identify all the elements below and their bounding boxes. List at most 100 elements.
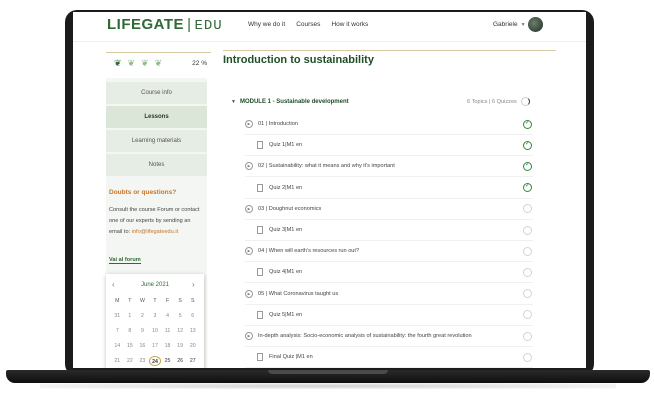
document-icon — [257, 268, 263, 277]
calendar-day[interactable]: 6 — [186, 311, 199, 321]
calendar-month: June 2021 — [140, 282, 170, 288]
document-icon — [257, 353, 263, 362]
leaf-icon: ❦ — [114, 58, 122, 68]
item-label: Quiz 2|M1 en — [269, 184, 303, 191]
item-label: 04 | When will earth's resources run out… — [258, 248, 360, 255]
calendar-day[interactable]: 17 — [149, 341, 162, 351]
user-name: Gabriele — [493, 21, 518, 28]
calendar-day[interactable]: 4 — [161, 311, 174, 321]
calendar-day[interactable]: 19 — [174, 341, 187, 351]
calendar-day[interactable]: 1 — [124, 311, 137, 321]
calendar-day[interactable]: 26 — [174, 356, 187, 366]
quiz-row[interactable]: Quiz 1|M1 en — [245, 139, 533, 151]
calendar-day[interactable]: 15 — [124, 341, 137, 351]
calendar-day[interactable]: 10 — [149, 326, 162, 336]
calendar-day[interactable]: 5 — [174, 311, 187, 321]
row-divider — [245, 197, 533, 199]
calendar-day[interactable]: 16 — [136, 341, 149, 351]
row-divider — [245, 176, 533, 178]
module-progress-icon — [521, 97, 530, 106]
main-nav: Why we do it Courses How it works — [248, 21, 368, 28]
nav-why-we-do-it[interactable]: Why we do it — [248, 21, 285, 28]
quiz-row[interactable]: Quiz 4|M1 en — [245, 266, 533, 278]
topic-row[interactable]: ▶ 04 | When will earth's resources run ou… — [245, 245, 533, 257]
chevron-right-icon[interactable]: › — [192, 280, 195, 289]
calendar-day[interactable]: 7 — [111, 326, 124, 336]
calendar-day[interactable]: 3 — [149, 311, 162, 321]
calendar-day[interactable]: 12 — [174, 326, 187, 336]
row-divider — [245, 324, 533, 326]
logo-text: LIFEGATE — [107, 16, 185, 33]
logo[interactable]: LIFEGATE | EDU — [107, 16, 223, 34]
row-divider — [245, 282, 533, 284]
calendar-day[interactable]: 2 — [136, 311, 149, 321]
calendar-day[interactable]: 24 — [148, 356, 162, 366]
quiz-row[interactable]: Final Quiz |M1 en — [245, 351, 533, 363]
quiz-row[interactable]: Quiz 5|M1 en — [245, 309, 533, 321]
calendar-day[interactable]: 13 — [186, 326, 199, 336]
doubts-title: Doubts or questions? — [109, 189, 177, 196]
chevron-down-icon: ▼ — [520, 22, 526, 28]
calendar-day[interactable]: 20 — [186, 341, 199, 351]
weekday-label: F — [165, 298, 170, 304]
calendar: ‹ June 2021 › M T W T F S S 31 1 2 3 4 5 6 7 8 9 10 11 12 13… — [106, 274, 204, 368]
avatar[interactable] — [528, 17, 543, 32]
laptop-notch — [268, 370, 388, 374]
module-title: MODULE 1 - Sustainable development — [239, 99, 349, 105]
row-divider — [245, 218, 533, 220]
calendar-day[interactable]: 22 — [124, 356, 137, 366]
caret-down-icon: ▼ — [231, 99, 236, 105]
topic-row[interactable]: ▶ In-depth analysis: Socio-economic analy… — [245, 330, 533, 342]
item-label: 01 | Introduction — [258, 121, 299, 127]
document-icon — [257, 310, 263, 319]
calendar-grid: M T W T F S S 31 1 2 3 4 5 6 7 8 9 10 11 12 13 14 15 16 17 18 19 20… — [111, 296, 199, 366]
logo-separator: | — [187, 16, 192, 33]
play-icon: ▶ — [245, 162, 253, 171]
row-divider — [245, 240, 533, 241]
calendar-day[interactable]: 31 — [111, 311, 124, 321]
incomplete-circle-icon — [523, 225, 532, 235]
sidebar-item-course-info[interactable]: Course info — [106, 82, 207, 104]
nav-how-it-works[interactable]: How it works — [331, 21, 368, 28]
topic-row[interactable]: ▶ 03 | Doughnut economics — [245, 203, 533, 215]
topic-row[interactable]: ▶ 02 | Sustainability: what it means and … — [245, 160, 533, 172]
progress-percent: 22 % — [192, 60, 207, 67]
weekday-label: M — [115, 298, 120, 304]
forum-link[interactable]: Vai al forum — [109, 257, 141, 264]
leaf-icon: ❦ — [127, 58, 136, 68]
item-label: Quiz 1|M1 en — [269, 142, 303, 149]
calendar-day[interactable]: 27 — [186, 356, 199, 366]
top-header: LIFEGATE | EDU Why we do it Courses How it… — [73, 12, 586, 42]
sidebar-item-lessons[interactable]: Lessons — [106, 106, 207, 128]
quiz-row[interactable]: Quiz 2|M1 en — [245, 182, 533, 194]
email-link[interactable]: info@lifegateedu.it — [132, 229, 178, 235]
sidebar-item-notes[interactable]: Notes — [106, 154, 207, 176]
topic-row[interactable]: ▶ 05 | What Coronavirus taught us — [245, 288, 533, 300]
row-divider — [245, 155, 533, 157]
calendar-day[interactable]: 23 — [136, 356, 149, 366]
document-icon — [257, 141, 263, 150]
calendar-day[interactable]: 14 — [111, 341, 124, 351]
weekday-label: T — [153, 298, 157, 304]
row-divider — [245, 303, 533, 305]
calendar-day[interactable]: 25 — [161, 356, 174, 366]
nav-courses[interactable]: Courses — [296, 21, 320, 28]
module-header[interactable]: ▼ MODULE 1 - Sustainable development — [231, 99, 349, 105]
course-progress: ❦ ❦ ❦ ❦ 22 % — [106, 52, 211, 74]
calendar-day[interactable]: 8 — [124, 326, 137, 336]
sidebar-item-learning-materials[interactable]: Learning materials — [106, 130, 207, 152]
item-label: Quiz 5|M1 en — [269, 311, 303, 318]
topic-row[interactable]: ▶ 01 | Introduction — [245, 118, 533, 130]
user-menu[interactable]: Gabriele ▼ — [493, 21, 526, 28]
document-icon — [257, 226, 263, 234]
calendar-day[interactable]: 11 — [161, 326, 174, 336]
quiz-row[interactable]: Quiz 3|M1 en — [245, 224, 533, 236]
completed-check-icon — [523, 119, 532, 129]
leaf-icon: ❦ — [141, 58, 149, 68]
row-divider — [245, 346, 533, 347]
item-label: Final Quiz |M1 en — [269, 354, 313, 361]
calendar-day[interactable]: 9 — [136, 326, 149, 336]
completed-check-icon — [523, 140, 532, 150]
calendar-day[interactable]: 21 — [111, 356, 124, 366]
calendar-day[interactable]: 18 — [161, 341, 174, 351]
